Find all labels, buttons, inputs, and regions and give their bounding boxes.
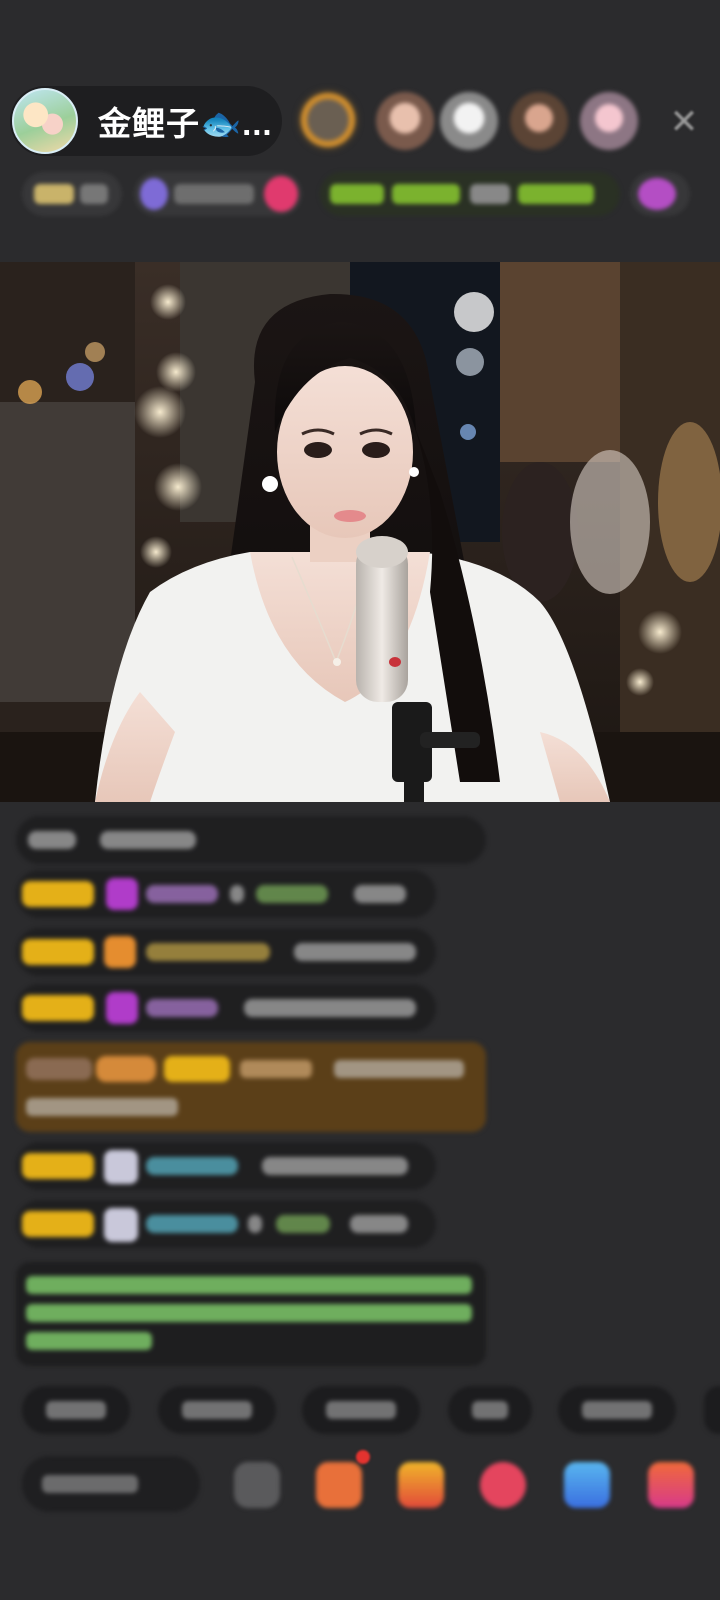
chat-message (16, 816, 486, 864)
comment-input[interactable] (22, 1456, 200, 1512)
emoji-icon[interactable] (234, 1462, 280, 1508)
chat-message (16, 870, 436, 918)
system-notice (16, 1262, 486, 1366)
host-info-pill[interactable]: 金鲤子🐟... (10, 86, 282, 156)
chat-message (16, 928, 436, 976)
share-icon[interactable] (564, 1462, 610, 1508)
viewer-avatar[interactable] (376, 92, 434, 150)
chat-message (16, 1142, 436, 1190)
highlighted-chat-message (16, 1042, 486, 1132)
close-icon[interactable]: ✕ (666, 104, 702, 140)
quick-reply-chip[interactable] (558, 1386, 676, 1434)
quick-reply-chip[interactable] (704, 1386, 720, 1434)
popularity-chip[interactable] (134, 172, 302, 216)
chat-message (16, 1200, 436, 1248)
rank-chip[interactable] (22, 172, 122, 216)
like-icon[interactable] (480, 1462, 526, 1508)
viewer-avatar[interactable] (580, 92, 638, 150)
tag-chip[interactable] (320, 172, 620, 216)
status-chip-row (22, 172, 698, 216)
live-video[interactable] (0, 262, 720, 802)
notification-dot (356, 1450, 370, 1464)
quick-reply-chip[interactable] (302, 1386, 420, 1434)
viewer-avatar[interactable] (296, 88, 360, 152)
shop-icon[interactable] (316, 1462, 362, 1508)
host-name[interactable]: 金鲤子🐟... (98, 97, 273, 145)
gift-box-icon[interactable] (398, 1462, 444, 1508)
chat-message (16, 984, 436, 1032)
quick-reply-chip[interactable] (448, 1386, 532, 1434)
viewer-avatar[interactable] (510, 92, 568, 150)
gift-icon[interactable] (648, 1462, 694, 1508)
quick-reply-chip[interactable] (158, 1386, 276, 1434)
viewer-avatar[interactable] (440, 92, 498, 150)
stream-frame (0, 262, 720, 802)
quick-reply-chip[interactable] (22, 1386, 130, 1434)
gift-chip[interactable] (630, 172, 690, 216)
host-avatar[interactable] (12, 88, 78, 154)
